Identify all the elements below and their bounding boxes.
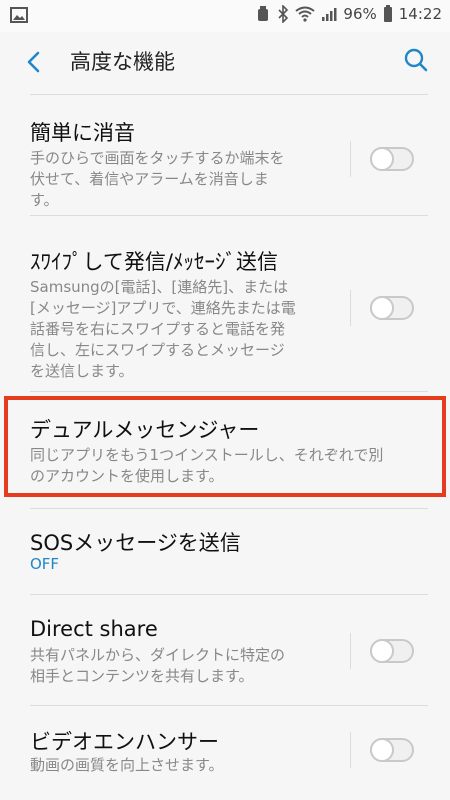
battery-percent: 96% [343,5,377,23]
setting-direct-share[interactable]: Direct share 共有パネルから、ダイレクトに特定の 相手とコンテンツを… [0,595,450,705]
battery-icon [383,5,392,22]
separator [350,732,351,768]
back-arrow-icon [27,51,40,73]
back-button[interactable] [16,44,52,80]
setting-title: ビデオエンハンサー [30,730,219,754]
setting-description: 共有パネルから、ダイレクトに特定の 相手とコンテンツを共有します。 [30,646,286,685]
setting-title: Direct share [30,617,158,641]
search-icon [404,48,428,72]
setting-title: ｽﾜｲﾌﾟして発信/ﾒｯｾｰｼﾞ送信 [30,250,278,274]
separator [350,141,351,177]
signal-icon [322,8,337,21]
setting-description: Samsungの[電話]、[連絡先]、または [メッセージ]アプリで、連絡先また… [30,278,296,380]
alarm-icon [258,6,269,21]
app-bar: 高度な機能 [0,32,450,90]
bluetooth-icon [278,5,289,23]
setting-sos-message[interactable]: SOSメッセージを送信 OFF [0,509,450,594]
setting-description: 動画の画質を向上させます。 [30,756,224,774]
page-title: 高度な機能 [70,50,175,74]
separator [350,633,351,669]
setting-swipe-to-call[interactable]: ｽﾜｲﾌﾟして発信/ﾒｯｾｰｼﾞ送信 Samsungの[電話]、[連絡先]、また… [0,216,450,391]
setting-description: 手のひらで画面をタッチするか端末を 伏せて、着信やアラームを消音しま す。 [30,149,285,209]
status-bar: 96% 14:22 [0,0,450,32]
setting-easy-mute[interactable]: 簡単に消音 手のひらで画面をタッチするか端末を 伏せて、着信やアラームを消音しま… [0,95,450,215]
separator [350,290,351,326]
direct-share-toggle[interactable] [370,639,414,663]
highlight-box [4,396,446,497]
search-button[interactable] [398,42,434,78]
setting-video-enhancer[interactable]: ビデオエンハンサー 動画の画質を向上させます。 [0,706,450,800]
video-enhancer-toggle[interactable] [370,738,414,762]
setting-title: SOSメッセージを送信 [30,531,241,555]
swipe-to-call-toggle[interactable] [370,296,414,320]
easy-mute-toggle[interactable] [370,147,414,171]
clock: 14:22 [398,5,442,23]
setting-title: 簡単に消音 [30,121,135,145]
setting-status: OFF [30,555,60,573]
wifi-icon [295,6,316,22]
image-icon [10,7,28,23]
